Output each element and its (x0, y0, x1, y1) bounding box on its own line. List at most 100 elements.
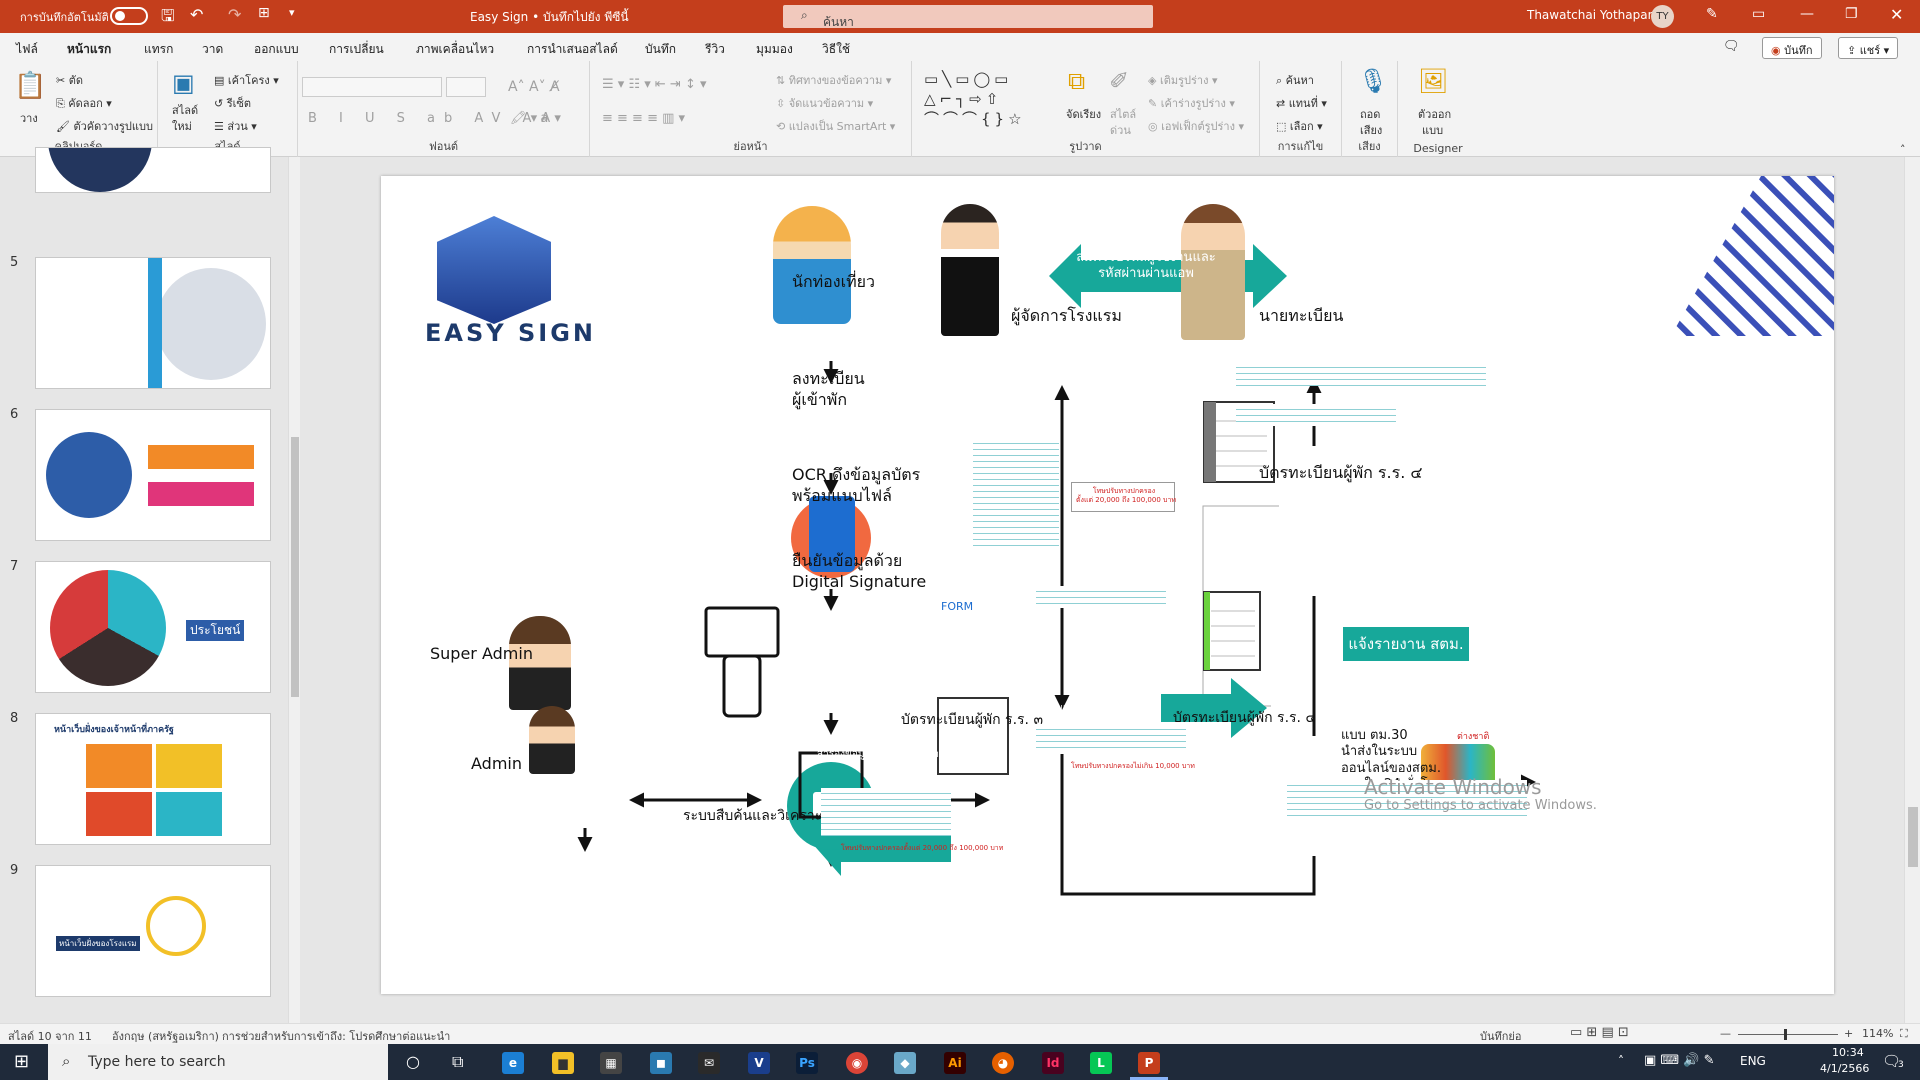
mail-icon[interactable]: ✉ (698, 1052, 720, 1074)
search-box[interactable]: ⌕ ค้นหา (783, 5, 1153, 29)
zoom-level[interactable]: 114% (1862, 1027, 1893, 1040)
save-icon[interactable]: 🖫 (161, 5, 175, 32)
tab-draw[interactable]: วาด (202, 40, 223, 59)
photoshop-icon[interactable]: Ps (796, 1052, 818, 1074)
zoom-slider[interactable] (1738, 1034, 1838, 1035)
shapes-gallery[interactable]: ▭╲▭◯▭ △⌐┐⇨⇧ ⌒⌒⌒{}☆ (924, 69, 1026, 129)
format-painter-button[interactable]: 🖌 ตัวคัดวางรูปแบบ (56, 117, 153, 135)
font-size-box[interactable] (446, 77, 486, 97)
collapse-ribbon-icon[interactable]: ˄ (1900, 143, 1906, 156)
font-name-box[interactable] (302, 77, 442, 97)
windows-start-icon[interactable]: ⊞ (14, 1051, 29, 1072)
cut-button[interactable]: ✂ ตัด (56, 71, 83, 89)
new-slide-icon[interactable]: ▣ (172, 69, 195, 97)
accessibility-status[interactable]: การช่วยสำหรับการเข้าถึง: โปรดศึกษาต่อแนะ… (222, 1027, 450, 1045)
tab-review[interactable]: รีวิว (705, 40, 725, 59)
redo-icon[interactable]: ↷ (228, 5, 241, 24)
clock-date[interactable]: 4/1/2566 (1820, 1062, 1869, 1075)
zoom-in-icon[interactable]: + (1844, 1027, 1853, 1040)
minimize-icon[interactable]: — (1800, 6, 1814, 22)
pen-icon[interactable]: ✎ (1706, 6, 1718, 22)
shape-effects-button[interactable]: ◎ เอฟเฟ็กต์รูปร่าง ▾ (1148, 117, 1244, 135)
select-button[interactable]: ⬚ เลือก ▾ (1276, 117, 1323, 135)
align-icons[interactable]: ≡ ≡ ≡ ≡ ▥ ▾ (602, 111, 685, 126)
taskbar-search[interactable]: ⌕ Type here to search (48, 1044, 388, 1080)
language-status[interactable]: อังกฤษ (สหรัฐอเมริกา) (112, 1027, 219, 1045)
shape-outline-button[interactable]: ✎ เค้าร่างรูปร่าง ▾ (1148, 94, 1235, 112)
document-title[interactable]: Easy Sign • บันทึกไปยัง พีซีนี้ (470, 8, 629, 27)
replace-button[interactable]: ⇄ แทนที่ ▾ (1276, 94, 1327, 112)
notes-button[interactable]: บันทึกย่อ (1480, 1027, 1521, 1045)
slide-thumbnail-7[interactable]: ประโยชน์ (35, 561, 271, 693)
tab-transitions[interactable]: การเปลี่ยน (329, 40, 384, 59)
ribbon-display-icon[interactable]: ▭ (1752, 6, 1765, 22)
slide-scrollbar[interactable] (1904, 157, 1920, 1023)
highlight-color-icons[interactable]: 🖍 ▾ A ▾ (510, 111, 561, 126)
illustrator-icon[interactable]: Ai (944, 1052, 966, 1074)
comment-icon[interactable]: 🗨 (1723, 39, 1740, 54)
tray-icons[interactable]: ▣ ⌨ 🔊 ✎ (1644, 1053, 1715, 1068)
tab-help[interactable]: วิธีใช้ (822, 40, 850, 59)
text-direction-button[interactable]: ⇅ ทิศทางของข้อความ ▾ (776, 71, 891, 89)
chrome-icon[interactable]: ◉ (846, 1052, 868, 1074)
autosave-toggle[interactable] (110, 7, 148, 25)
undo-icon[interactable]: ↶ (190, 5, 203, 24)
powerpoint-icon[interactable]: P (1138, 1052, 1160, 1074)
clock-time[interactable]: 10:34 (1832, 1046, 1864, 1059)
slide-thumbnail-9[interactable]: หน้าเว็บฝั่งของโรงแรม (35, 865, 271, 997)
tray-chevron-icon[interactable]: ˄ (1618, 1054, 1624, 1068)
record-button[interactable]: ◉ บันทึก (1762, 37, 1822, 59)
section-button[interactable]: ☰ ส่วน ▾ (214, 117, 257, 135)
report-immigration-button[interactable]: แจ้งรายงาน สตม. (1343, 627, 1469, 661)
tab-record[interactable]: บันทึก (645, 40, 676, 59)
align-text-button[interactable]: ⇳ จัดแนวข้อความ ▾ (776, 94, 873, 112)
avatar[interactable]: TY (1651, 5, 1674, 28)
cortana-icon[interactable]: ○ (406, 1052, 420, 1071)
designer-label-2[interactable]: แบบ (1422, 121, 1443, 139)
layout-button[interactable]: ▤ เค้าโครง ▾ (214, 71, 279, 89)
indesign-icon[interactable]: Id (1042, 1052, 1064, 1074)
shape-fill-button[interactable]: ◈ เติมรูปร่าง ▾ (1148, 71, 1218, 89)
slide-thumbnail-4[interactable] (35, 147, 271, 193)
tab-insert[interactable]: แทรก (144, 40, 173, 59)
reset-button[interactable]: ↺ รีเซ็ต (214, 94, 251, 112)
tab-slideshow[interactable]: การนำเสนอสไลด์ (527, 40, 618, 59)
scrollbar-thumb[interactable] (1908, 807, 1918, 867)
tab-file[interactable]: ไฟล์ (16, 40, 38, 59)
copy-button[interactable]: ⎘ คัดลอก ▾ (56, 94, 112, 112)
list-icons[interactable]: ☰ ▾ ☷ ▾ ⇤ ⇥ ↕ ▾ (602, 77, 707, 92)
slide-canvas[interactable]: EASY SIGN นักท่องเที่ยว ลงทะเบียน ผู้เข้… (381, 176, 1834, 994)
microphone-icon[interactable]: 🎙 (1358, 67, 1388, 95)
edge-icon[interactable]: e (502, 1052, 524, 1074)
close-icon[interactable]: ✕ (1890, 5, 1903, 24)
file-explorer-icon[interactable]: ▆ (552, 1052, 574, 1074)
smartart-button[interactable]: ⟲ แปลงเป็น SmartArt ▾ (776, 117, 895, 135)
slide-thumbnail-5[interactable] (35, 257, 271, 389)
input-language[interactable]: ENG (1740, 1054, 1766, 1068)
thumbnail-scrollbar[interactable] (288, 157, 300, 1023)
find-button[interactable]: ⌕ ค้นหา (1276, 71, 1314, 89)
paste-label[interactable]: วาง (20, 109, 38, 127)
slide-thumbnail-6[interactable] (35, 409, 271, 541)
present-icon[interactable]: ⊞ (258, 5, 270, 21)
customize-qat-icon[interactable]: ▾ (289, 6, 295, 19)
tab-design[interactable]: ออกแบบ (254, 40, 299, 59)
user-name[interactable]: Thawatchai Yothapan (1527, 8, 1655, 22)
slide-thumbnail-8[interactable]: หน้าเว็บฝั่งของเจ้าหน้าที่ภาครัฐ (35, 713, 271, 845)
firefox-icon[interactable]: ◕ (992, 1052, 1014, 1074)
view-icons[interactable]: ▭ ⊞ ▤ ⊡ (1570, 1025, 1629, 1040)
maximize-icon[interactable]: ❐ (1845, 6, 1858, 22)
new-slide-label-2[interactable]: ใหม่ (172, 117, 192, 135)
app-icon[interactable]: ◆ (894, 1052, 916, 1074)
tab-animations[interactable]: ภาพเคลื่อนไหว (416, 40, 494, 59)
calculator-icon[interactable]: ▦ (600, 1052, 622, 1074)
zoom-slider-thumb[interactable] (1784, 1029, 1787, 1040)
designer-icon[interactable]: 🖼 (1418, 67, 1448, 95)
scrollbar-thumb[interactable] (291, 437, 299, 697)
zoom-out-icon[interactable]: — (1720, 1027, 1731, 1040)
font-grow-shrink-icons[interactable]: A˄ A˅ A̸ (508, 79, 560, 95)
share-button[interactable]: ⇪ แชร์ ▾ (1838, 37, 1899, 59)
fit-slide-icon[interactable]: ⛶ (1900, 1027, 1908, 1041)
arrange-icon[interactable]: ⧉ (1068, 67, 1085, 95)
store-icon[interactable]: ◼ (650, 1052, 672, 1074)
